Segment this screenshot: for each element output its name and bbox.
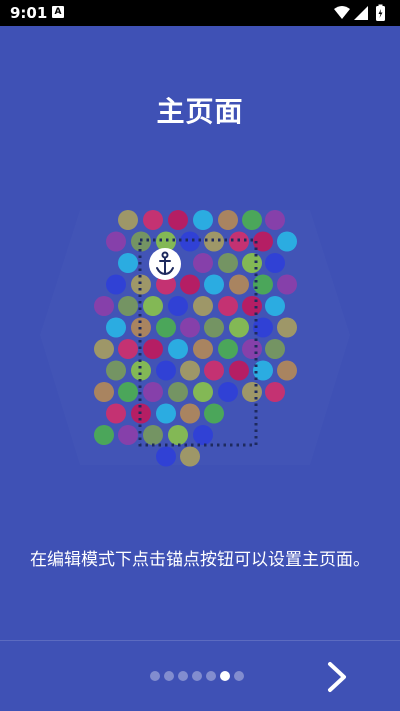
app-icon-dot — [204, 274, 224, 295]
wifi-icon — [334, 6, 350, 19]
app-icon-dot — [193, 339, 213, 359]
app-icon-dot — [218, 382, 238, 402]
anchor-button — [149, 248, 181, 280]
app-icon-dot — [118, 339, 138, 359]
app-icon-dot — [242, 296, 262, 316]
app-icon-dot — [106, 231, 126, 252]
page-dot — [206, 671, 216, 681]
page-dot — [164, 671, 174, 681]
app-icon-dot — [242, 253, 262, 273]
page-dot — [178, 671, 188, 681]
home-screen-illustration — [40, 210, 350, 467]
app-icon-dot — [118, 253, 138, 273]
status-icons — [334, 4, 385, 21]
app-icon-dot — [156, 317, 176, 338]
app-icon-dot — [265, 296, 285, 316]
chevron-right-icon — [328, 662, 346, 692]
bottom-divider — [0, 640, 400, 641]
app-icon-dot — [180, 274, 200, 295]
app-icon-dot — [277, 317, 297, 338]
app-icon-dot — [143, 296, 163, 316]
app-icon-dot — [118, 210, 138, 230]
app-icon-dot — [229, 317, 249, 338]
app-icon-dot — [156, 403, 176, 424]
signal-icon — [354, 6, 368, 20]
app-icon-dot — [193, 210, 213, 230]
app-icon-dot — [204, 403, 224, 424]
app-icon-dot — [253, 274, 273, 295]
app-icon-dot — [193, 382, 213, 402]
app-icon-dot — [143, 339, 163, 359]
app-icon-dot — [156, 360, 176, 381]
app-icon-dot — [143, 382, 163, 402]
app-icon-dot — [156, 446, 176, 467]
app-icon-dot — [218, 339, 238, 359]
status-bar: 9:01 A — [0, 0, 400, 26]
app-icon-dot — [131, 360, 151, 381]
app-icon-dot — [180, 231, 200, 252]
app-icon-dot — [277, 360, 297, 381]
app-icon-dot — [106, 274, 126, 295]
app-icon-dot — [168, 339, 188, 359]
app-icon-dot — [193, 296, 213, 316]
next-button[interactable] — [320, 658, 354, 696]
app-icon-dot — [265, 210, 285, 230]
status-time: 9:01 — [10, 4, 48, 22]
app-icon-dot — [229, 360, 249, 381]
notification-a-icon: A — [52, 6, 64, 18]
app-icon-dot — [218, 296, 238, 316]
app-icon-dot — [106, 403, 126, 424]
app-icon-dot — [229, 274, 249, 295]
description-text: 在编辑模式下点击锚点按钮可以设置主页面。 — [30, 550, 370, 570]
app-icon-dot — [265, 339, 285, 359]
app-icon-dot — [265, 253, 285, 273]
app-icon-dot — [180, 403, 200, 424]
app-icon-dot — [277, 274, 297, 295]
app-icon-dot — [277, 231, 297, 252]
app-icon-dot — [168, 210, 188, 230]
app-icon-dot — [143, 210, 163, 230]
app-icon-dot — [94, 339, 114, 359]
app-icon-dot — [193, 253, 213, 273]
page-title: 主页面 — [156, 95, 244, 128]
app-icon-dot — [168, 425, 188, 445]
app-icon-dot — [94, 296, 114, 316]
app-icon-dot — [106, 317, 126, 338]
app-icon-dot — [143, 425, 163, 445]
page-dot — [192, 671, 202, 681]
app-icon-dot — [204, 360, 224, 381]
app-icon-dot — [180, 317, 200, 338]
app-icon-dot — [106, 360, 126, 381]
page-dot — [234, 671, 244, 681]
app-icon-dot — [242, 382, 262, 402]
page-dot — [150, 671, 160, 681]
app-icon-dot — [242, 210, 262, 230]
app-icon-dot — [94, 425, 114, 445]
app-icon-dot — [118, 425, 138, 445]
app-icon-dot — [94, 382, 114, 402]
app-icon-dot — [118, 296, 138, 316]
app-icon-dot — [193, 425, 213, 445]
app-icon-dot — [118, 382, 138, 402]
app-icon-dot — [265, 382, 285, 402]
page-indicator — [150, 671, 244, 681]
app-icon-dot — [218, 210, 238, 230]
page-dot-active — [220, 671, 230, 681]
app-icon-dot — [204, 317, 224, 338]
app-icon-dot — [180, 360, 200, 381]
app-icon-dot — [168, 382, 188, 402]
app-icon-dot — [242, 339, 262, 359]
app-icon-dot — [168, 296, 188, 316]
app-icon-dot — [218, 253, 238, 273]
app-icon-dot — [180, 446, 200, 467]
